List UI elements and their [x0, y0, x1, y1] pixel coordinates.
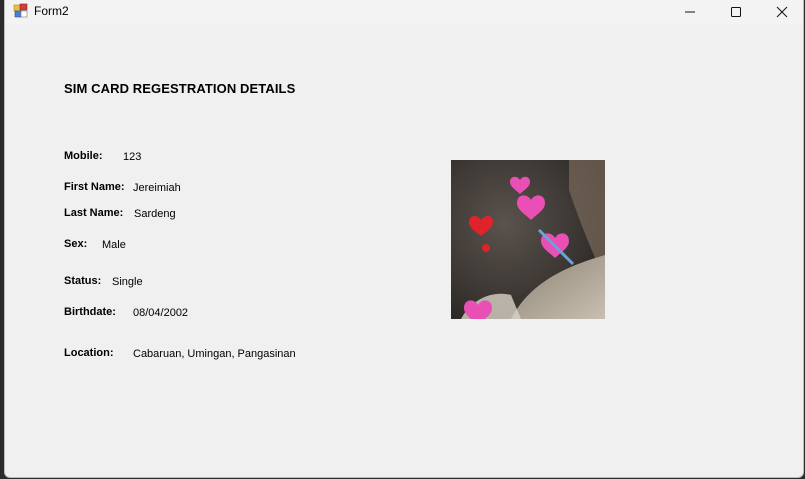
minimize-icon: [685, 11, 695, 13]
close-button[interactable]: [759, 0, 803, 24]
form-heading: SIM CARD REGESTRATION DETAILS: [64, 81, 296, 96]
close-icon: [776, 6, 788, 18]
maximize-button[interactable]: [713, 0, 759, 24]
mobile-value: 123: [123, 151, 142, 163]
status-label: Status:: [64, 275, 102, 287]
title-bar[interactable]: Form2: [5, 0, 803, 24]
birthdate-value: 08/04/2002: [133, 307, 189, 319]
birthdate-label: Birthdate:: [64, 306, 116, 318]
status-value: Single: [112, 276, 143, 288]
location-label: Location:: [64, 347, 114, 359]
mobile-label: Mobile:: [64, 150, 103, 162]
minimize-button[interactable]: [667, 0, 713, 24]
location-value: Cabaruan, Umingan, Pangasinan: [133, 348, 296, 360]
last-name-label: Last Name:: [64, 207, 124, 219]
first-name-label: First Name:: [64, 181, 125, 193]
window-title: Form2: [34, 4, 69, 18]
form2-window: Form2 SIM CARD REGESTRATION DETAILS Mobi…: [4, 0, 804, 478]
first-name-value: Jereimiah: [133, 182, 181, 194]
profile-photo: [451, 160, 605, 319]
maximize-icon: [731, 7, 741, 17]
sex-label: Sex:: [64, 238, 88, 250]
app-icon: [13, 3, 29, 19]
sex-value: Male: [102, 239, 126, 251]
last-name-value: Sardeng: [134, 208, 176, 220]
